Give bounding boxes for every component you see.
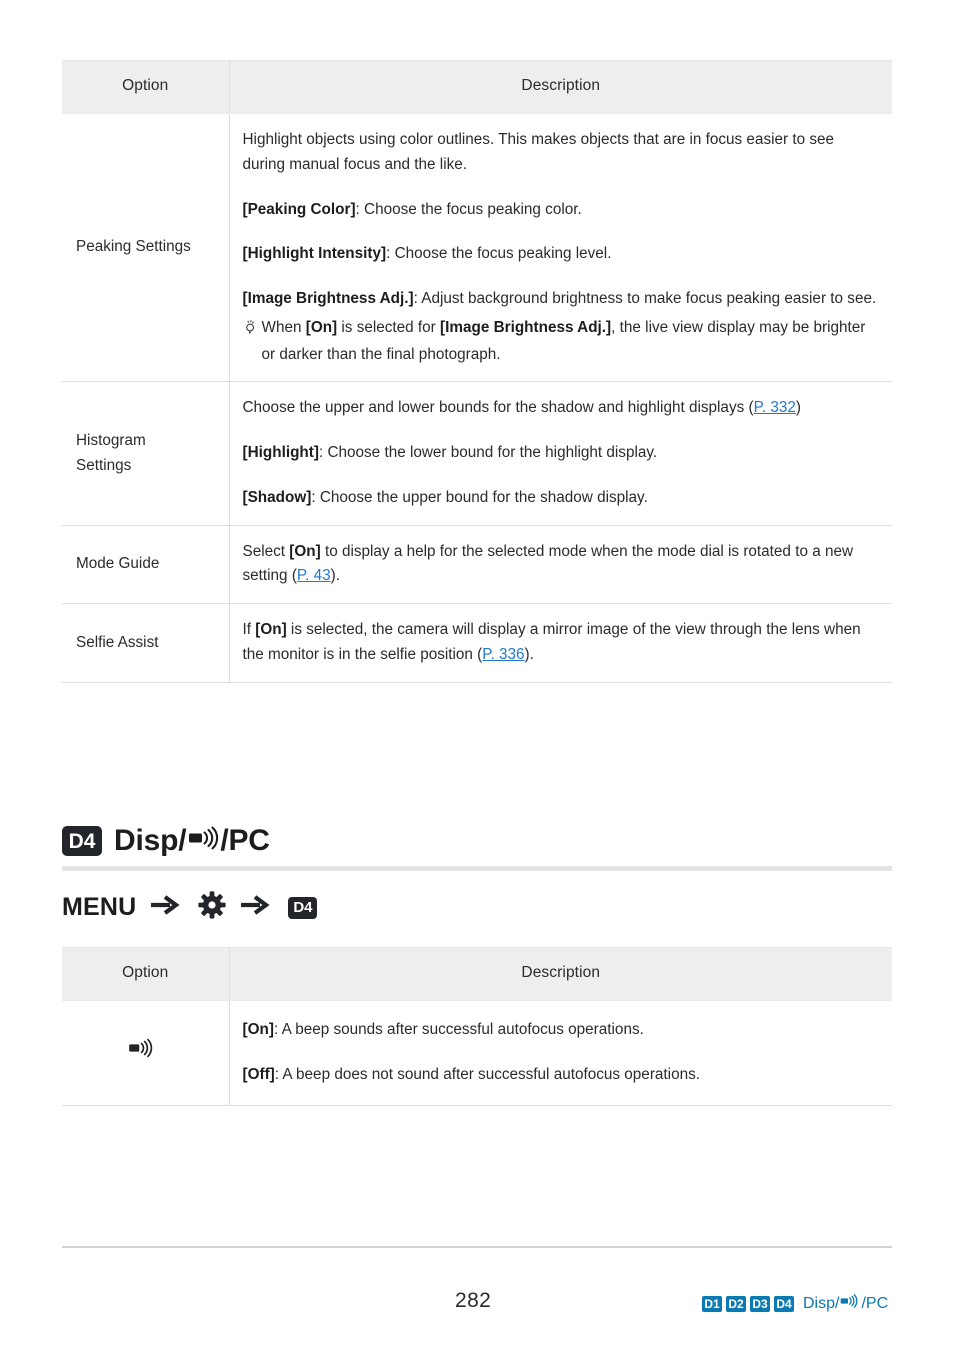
badge-d4-heading: D4 xyxy=(62,826,102,856)
section-heading: D4 Disp/ /PC xyxy=(62,824,892,858)
description-paragraph: [Image Brightness Adj.]: Adjust backgrou… xyxy=(242,290,877,308)
tip-note: When [On] is selected for [Image Brightn… xyxy=(243,316,881,368)
table-header-row: Option Description xyxy=(62,60,892,114)
arrow-right-icon xyxy=(150,894,184,921)
option-cell-peaking-settings: Peaking Settings xyxy=(62,113,230,383)
page-title: Disp/ /PC xyxy=(114,824,270,858)
column-header-option: Option xyxy=(62,947,230,1001)
option-cell-selfie-assist: Selfie Assist xyxy=(62,603,230,683)
document-page: Option Description Peaking Settings High… xyxy=(0,0,954,1354)
footer-badge-d4[interactable]: D4 xyxy=(774,1295,794,1312)
description-paragraph: [Highlight]: Choose the lower bound for … xyxy=(242,444,658,462)
page-number: 282 xyxy=(455,1289,492,1312)
heading-underline-rule xyxy=(62,866,892,871)
menu-path: MENU D4 xyxy=(62,891,318,924)
option-label: Histogram Settings xyxy=(76,431,146,474)
description-paragraph: [On]: A beep sounds after successful aut… xyxy=(242,1021,644,1038)
option-cell-mode-guide: Mode Guide xyxy=(62,525,230,605)
footer-section-label: Disp/ /PC xyxy=(803,1293,888,1314)
description-cell-mode-guide: Select [On] to display a help for the se… xyxy=(229,525,892,605)
table-row: Histogram Settings Choose the upper and … xyxy=(62,381,892,526)
column-header-description: Description xyxy=(229,60,892,114)
description-paragraph: [Shadow]: Choose the upper bound for the… xyxy=(242,488,648,506)
description-cell-selfie-assist: If [On] is selected, the camera will dis… xyxy=(229,603,892,683)
description-paragraph: [Off]: A beep does not sound after succe… xyxy=(242,1065,700,1083)
option-cell-histogram-settings: Histogram Settings xyxy=(62,381,230,526)
speaker-beep-icon xyxy=(839,1293,861,1314)
description-paragraph: Choose the upper and lower bounds for th… xyxy=(242,399,801,417)
footer-badge-d3[interactable]: D3 xyxy=(750,1295,770,1312)
description-paragraph: [Highlight Intensity]: Choose the focus … xyxy=(242,245,612,263)
column-header-description: Description xyxy=(229,947,892,1001)
description-cell-beep: [On]: A beep sounds after successful aut… xyxy=(229,1000,892,1106)
description-paragraph: If [On] is selected, the camera will dis… xyxy=(242,621,861,663)
page-title-post: /PC xyxy=(220,824,270,857)
page-link-332[interactable]: P. 332 xyxy=(754,399,796,416)
settings-table-2: Option Description [On]: A beep sounds a… xyxy=(62,947,892,1106)
speaker-beep-icon xyxy=(127,1037,157,1068)
description-paragraph: [Peaking Color]: Choose the focus peakin… xyxy=(242,200,582,218)
footer-divider xyxy=(62,1246,892,1248)
page-link-336[interactable]: P. 336 xyxy=(482,646,524,663)
description-cell-peaking-settings: Highlight objects using color outlines. … xyxy=(229,113,892,383)
footer-badge-d1[interactable]: D1 xyxy=(702,1295,722,1312)
table-row: Mode Guide Select [On] to display a help… xyxy=(62,525,892,605)
speaker-beep-icon xyxy=(187,824,219,858)
description-cell-histogram-settings: Choose the upper and lower bounds for th… xyxy=(229,381,892,526)
menu-label: MENU xyxy=(62,893,137,921)
settings-table-1: Option Description Peaking Settings High… xyxy=(62,60,892,683)
table-header-row: Option Description xyxy=(62,947,892,1001)
page-title-pre: Disp/ xyxy=(114,824,187,857)
badge-d4-menu-path: D4 xyxy=(288,896,318,919)
option-cell-beep xyxy=(62,1000,230,1106)
footer-badge-d2[interactable]: D2 xyxy=(726,1295,746,1312)
column-header-option: Option xyxy=(62,60,230,114)
arrow-right-icon xyxy=(240,894,274,921)
footer-label-pre: Disp/ xyxy=(803,1294,840,1312)
tip-bulb-icon xyxy=(243,318,260,343)
description-paragraph: Select [On] to display a help for the se… xyxy=(242,542,854,585)
footer-label-post: /PC xyxy=(861,1294,889,1312)
footer-breadcrumb: D1 D2 D3 D4 Disp/ /PC xyxy=(702,1293,888,1314)
description-paragraph: Highlight objects using color outlines. … xyxy=(242,131,835,173)
table-row: Selfie Assist If [On] is selected, the c… xyxy=(62,603,892,683)
table-row: Peaking Settings Highlight objects using… xyxy=(62,113,892,383)
gear-icon xyxy=(198,891,227,924)
page-link-43[interactable]: P. 43 xyxy=(297,567,331,584)
table-row: [On]: A beep sounds after successful aut… xyxy=(62,1000,892,1106)
